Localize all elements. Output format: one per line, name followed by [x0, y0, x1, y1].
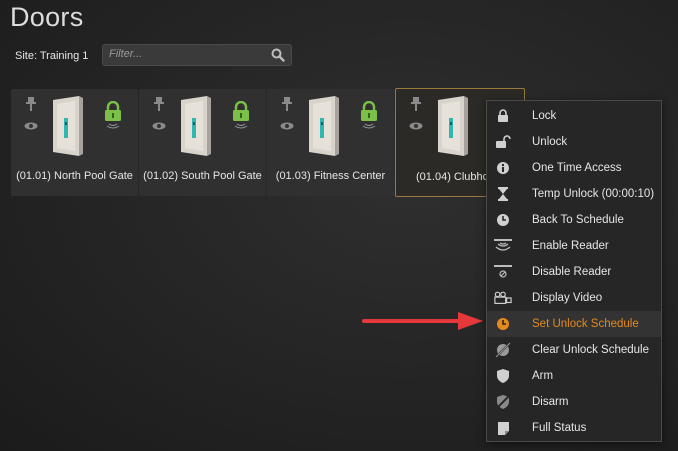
door-icon — [438, 96, 468, 156]
menu-item-label: One Time Access — [532, 162, 622, 174]
eye-icon[interactable] — [409, 122, 423, 130]
unlock-icon — [494, 134, 512, 150]
menu-item-label: Enable Reader — [532, 240, 609, 252]
lock-icon — [105, 101, 121, 129]
menu-item-set-unlock-schedule[interactable]: Set Unlock Schedule — [487, 311, 661, 337]
lock-icon — [361, 101, 377, 129]
filter-input[interactable] — [109, 48, 259, 60]
clock-icon — [494, 212, 512, 228]
menu-item-label: Back To Schedule — [532, 214, 624, 226]
menu-item-enable-reader[interactable]: Enable Reader — [487, 233, 661, 259]
menu-item-label: Unlock — [532, 136, 568, 148]
site-label: Site: — [15, 50, 38, 62]
menu-item-lock[interactable]: Lock — [487, 103, 661, 129]
clear-schedule-icon — [494, 342, 512, 358]
hourglass-icon — [494, 186, 512, 202]
pin-icon[interactable] — [282, 97, 292, 111]
page-title: Doors — [10, 2, 84, 32]
door-name: (01.03) Fitness Center — [275, 170, 386, 182]
site-value: Training 1 — [39, 50, 89, 62]
filter-box — [102, 44, 292, 66]
shield-icon — [494, 368, 512, 384]
info-icon — [494, 160, 512, 176]
door-tile[interactable]: (01.02) South Pool Gate — [139, 89, 266, 196]
context-menu: Lock Unlock One Time Access Temp Unlock … — [486, 100, 662, 442]
door-tile[interactable]: (01.03) Fitness Center — [267, 89, 394, 196]
menu-item-clear-unlock-schedule[interactable]: Clear Unlock Schedule — [487, 337, 661, 363]
menu-item-full-status[interactable]: Full Status — [487, 415, 661, 441]
menu-item-label: Temp Unlock (00:00:10) — [532, 188, 655, 200]
eye-icon[interactable] — [24, 122, 38, 130]
menu-item-label: Lock — [532, 110, 557, 122]
menu-item-label: Full Status — [532, 422, 587, 434]
menu-item-label: Disarm — [532, 396, 569, 408]
document-icon — [494, 420, 512, 436]
video-icon — [494, 290, 512, 306]
reader-disabled-icon — [494, 264, 512, 280]
menu-item-back-to-schedule[interactable]: Back To Schedule — [487, 207, 661, 233]
menu-item-disarm[interactable]: Disarm — [487, 389, 661, 415]
menu-item-one-time-access[interactable]: One Time Access — [487, 155, 661, 181]
menu-item-temp-unlock[interactable]: Temp Unlock (00:00:10) — [487, 181, 661, 207]
lock-icon — [494, 108, 512, 124]
menu-item-label: Arm — [532, 370, 554, 382]
menu-item-label: Disable Reader — [532, 266, 612, 278]
door-icon — [53, 96, 83, 156]
door-icon — [309, 96, 339, 156]
pin-icon[interactable] — [26, 97, 36, 111]
reader-icon — [494, 238, 512, 254]
door-name: (01.01) North Pool Gate — [16, 170, 133, 182]
eye-icon[interactable] — [280, 122, 294, 130]
door-tile[interactable]: (01.01) North Pool Gate — [11, 89, 138, 196]
menu-item-unlock[interactable]: Unlock — [487, 129, 661, 155]
door-name: (01.02) South Pool Gate — [143, 170, 262, 182]
clock-icon — [494, 316, 512, 332]
lock-icon — [233, 101, 249, 129]
menu-item-label: Clear Unlock Schedule — [532, 344, 649, 356]
pin-icon[interactable] — [154, 97, 164, 111]
pin-icon[interactable] — [411, 97, 421, 111]
menu-item-label: Set Unlock Schedule — [532, 318, 639, 330]
menu-item-disable-reader[interactable]: Disable Reader — [487, 259, 661, 285]
menu-item-display-video[interactable]: Display Video — [487, 285, 661, 311]
annotation-arrow — [362, 312, 483, 330]
door-icon — [181, 96, 211, 156]
menu-item-label: Display Video — [532, 292, 603, 304]
search-icon[interactable] — [271, 48, 285, 62]
eye-icon[interactable] — [152, 122, 166, 130]
site-indicator: Site: Training 1 — [15, 50, 88, 62]
menu-item-arm[interactable]: Arm — [487, 363, 661, 389]
disarm-icon — [494, 394, 512, 410]
